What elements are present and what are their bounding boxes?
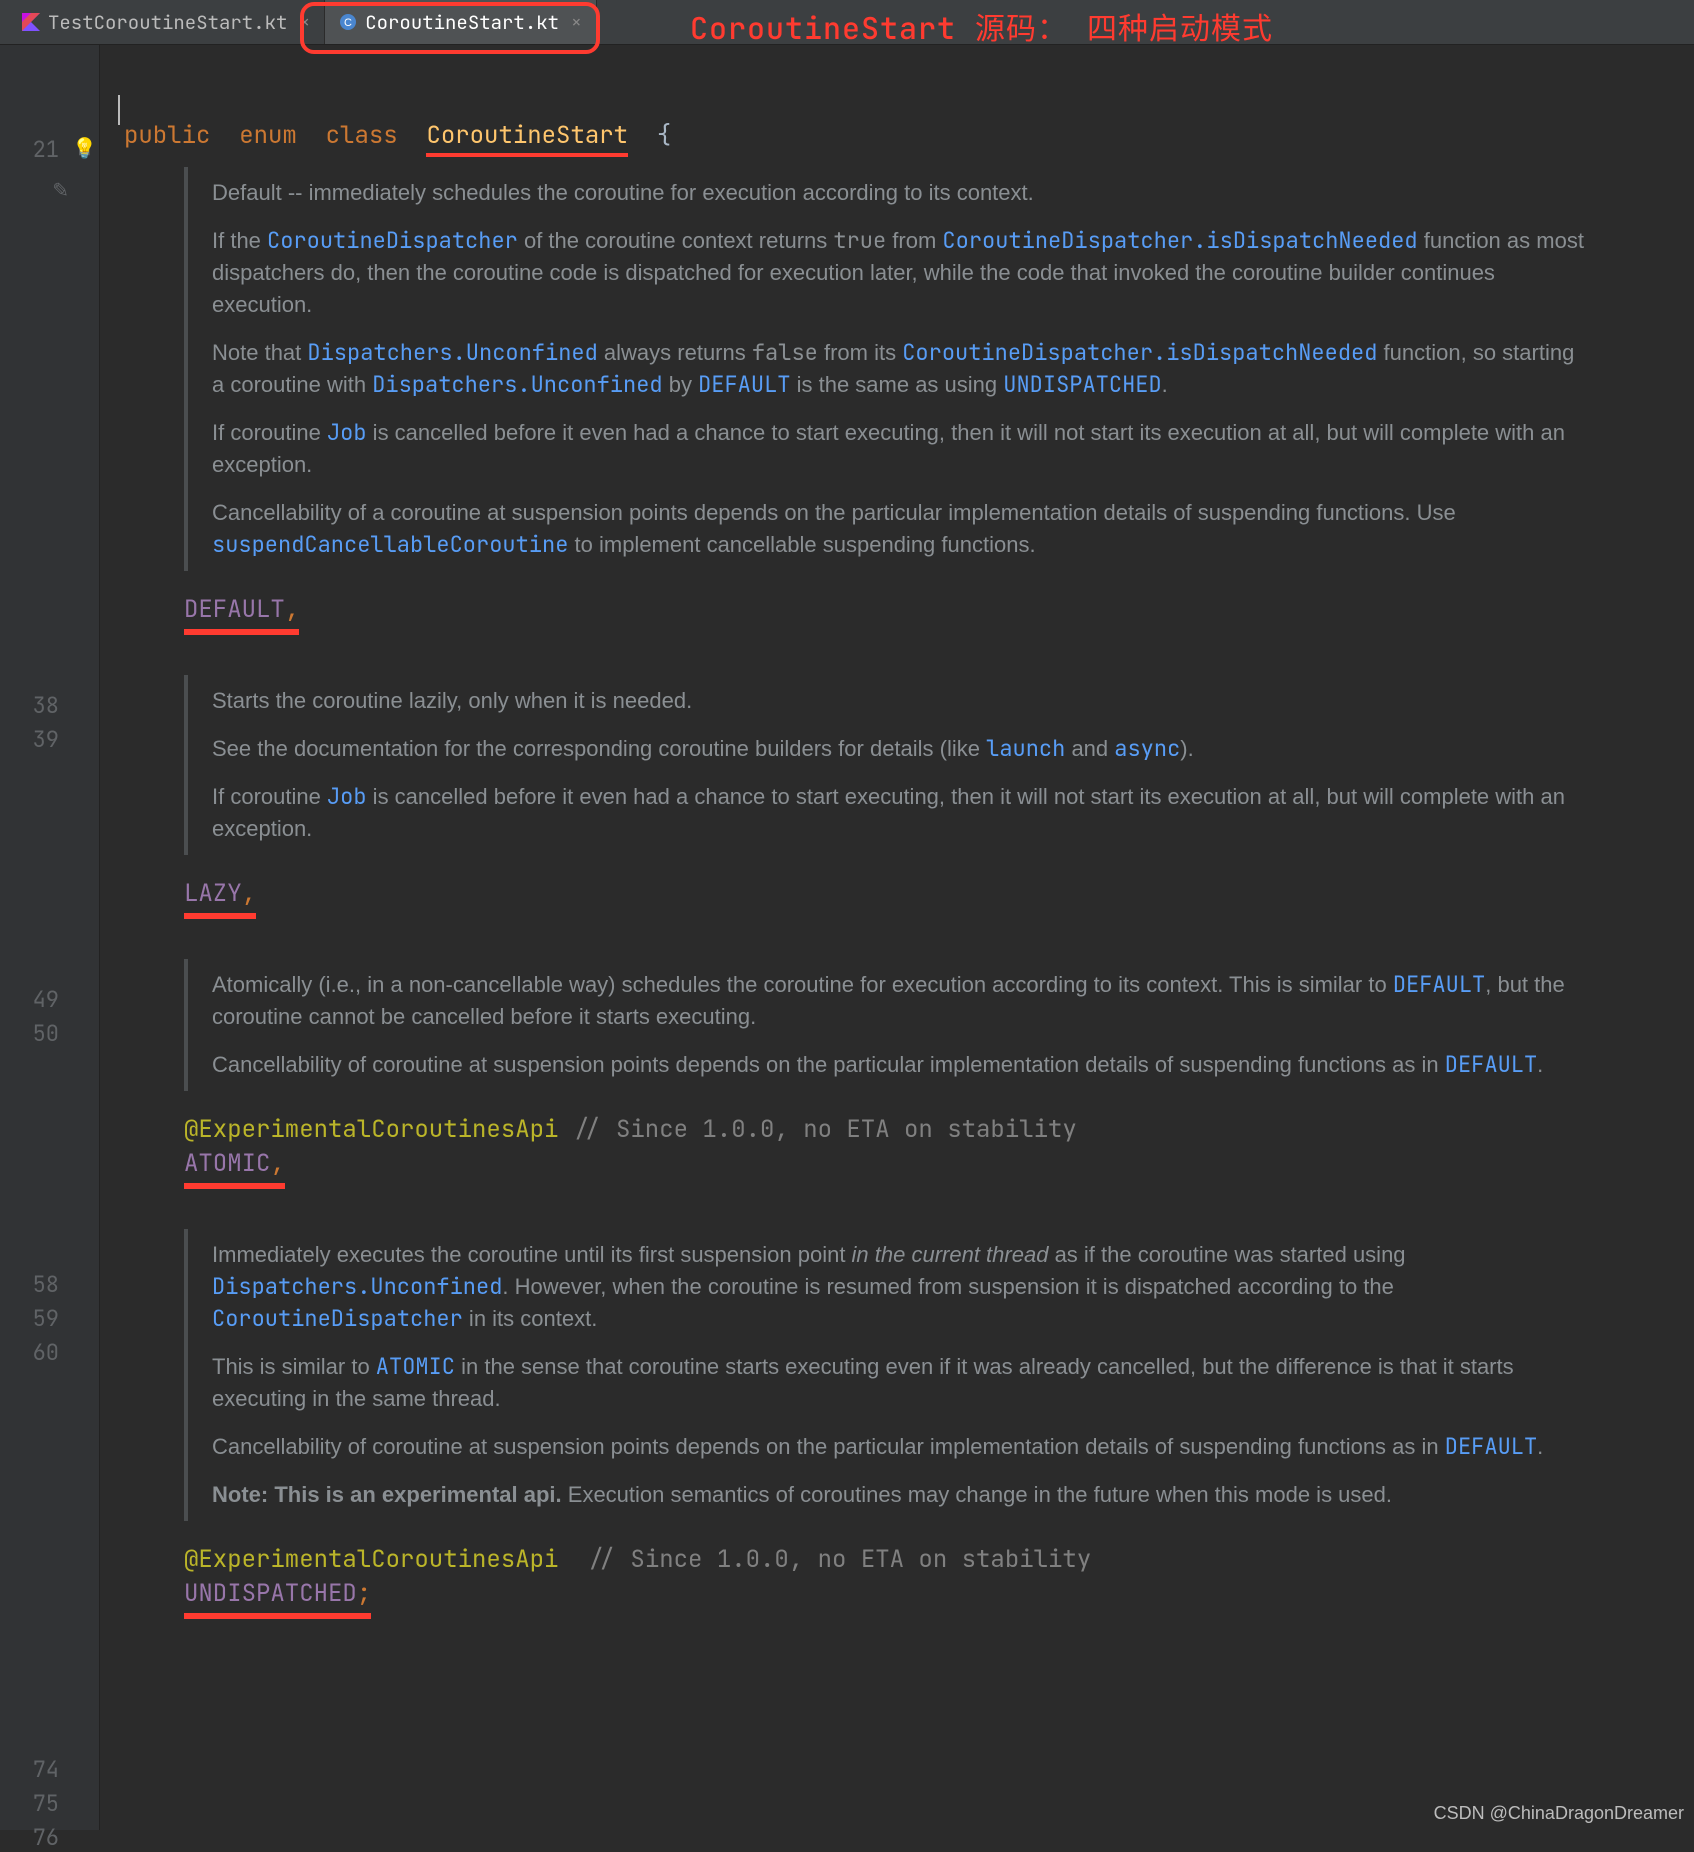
annotation-title: CoroutineStart 源码： 四种启动模式 [690, 4, 1273, 48]
close-icon[interactable]: × [299, 11, 310, 34]
line-number: 21 [33, 135, 59, 164]
annotation-line: @ExperimentalCoroutinesApi // Since 1.0.… [184, 1113, 1694, 1147]
enum-atomic: ATOMIC, [184, 1147, 1694, 1189]
svg-text:C: C [344, 17, 352, 29]
tab-test-coroutine-start[interactable]: TestCoroutineStart.kt × [8, 0, 325, 44]
class-name: CoroutineStart [426, 120, 628, 157]
kotlin-class-icon: C [339, 13, 357, 31]
tab-label: CoroutineStart.kt [365, 10, 559, 35]
doc-default: Default -- immediately schedules the cor… [184, 167, 1622, 571]
enum-undispatched: UNDISPATCHED; [184, 1577, 1694, 1619]
line-number: 39 [33, 725, 59, 754]
intention-bulb-icon[interactable]: 💡 [72, 135, 97, 161]
close-icon[interactable]: × [571, 11, 582, 34]
enum-lazy: LAZY, [184, 877, 1694, 919]
doc-undispatched: Immediately executes the coroutine until… [184, 1229, 1622, 1521]
doc-atomic: Atomically (i.e., in a non-cancellable w… [184, 959, 1622, 1091]
enum-decl-line: public enum class CoroutineStart { [124, 119, 1694, 153]
doc-lazy: Starts the coroutine lazily, only when i… [184, 675, 1622, 855]
line-number: 49 [33, 985, 59, 1014]
enum-default: DEFAULT, [184, 593, 1694, 635]
line-number: 74 [33, 1755, 59, 1784]
line-number: 76 [33, 1823, 59, 1852]
editor-tabbar: TestCoroutineStart.kt × C CoroutineStart… [0, 0, 1694, 45]
line-number: 50 [33, 1019, 59, 1048]
kotlin-file-icon [22, 13, 40, 31]
tab-coroutine-start[interactable]: C CoroutineStart.kt × [325, 0, 597, 44]
line-number: 58 [33, 1270, 59, 1299]
gutter[interactable]: 21 ⊟ 💡 ✎ 38 39 49 50 58 59 60 74 75 76 [0, 45, 100, 1830]
line-number: 59 [33, 1304, 59, 1333]
editor-area: 21 ⊟ 💡 ✎ 38 39 49 50 58 59 60 74 75 76 p… [0, 45, 1694, 1830]
ide-window: TestCoroutineStart.kt × C CoroutineStart… [0, 0, 1694, 1830]
line-number: 75 [33, 1789, 59, 1818]
tab-label: TestCoroutineStart.kt [48, 10, 287, 35]
watermark: CSDN @ChinaDragonDreamer [1434, 1803, 1684, 1824]
code-pane[interactable]: public enum class CoroutineStart { Defau… [100, 45, 1694, 1830]
annotation-line-2: @ExperimentalCoroutinesApi // Since 1.0.… [184, 1543, 1694, 1577]
line-number: 60 [33, 1338, 59, 1367]
line-number: 38 [33, 691, 59, 720]
edit-icon[interactable]: ✎ [52, 177, 69, 203]
